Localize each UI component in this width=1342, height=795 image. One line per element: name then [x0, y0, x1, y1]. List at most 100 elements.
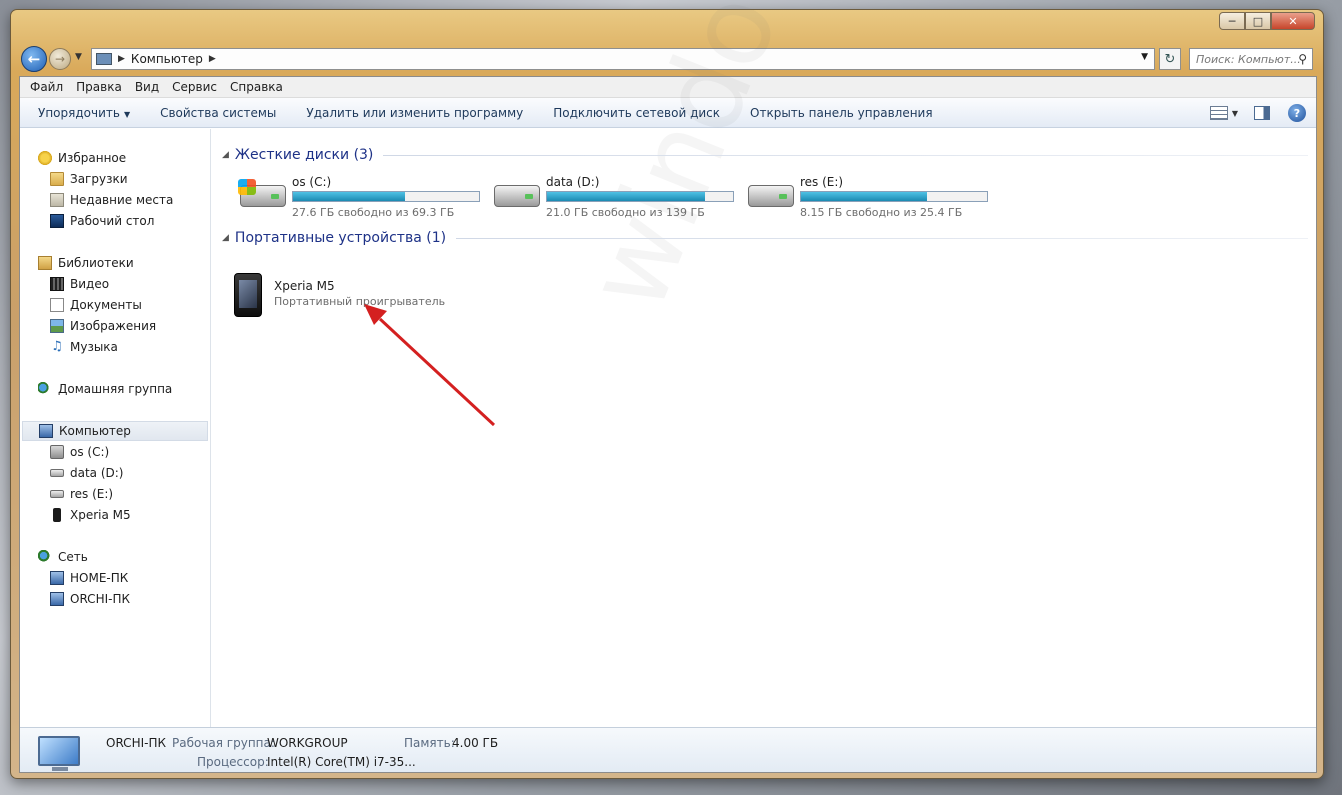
address-bar[interactable]: ▶ Компьютер ▶ ▼ [91, 48, 1155, 70]
nav-homegroup[interactable]: Домашняя группа [38, 380, 172, 398]
drive-name: res (E:) [800, 175, 844, 189]
drive-e-tile[interactable]: res (E:) 8.15 ГБ свободно из 25.4 ГБ [746, 175, 996, 219]
nav-video[interactable]: Видео [50, 275, 109, 293]
annotation-arrow [364, 304, 496, 427]
nav-desktop-label: Рабочий стол [70, 214, 155, 228]
nav-home-pc[interactable]: HOME-ПК [50, 569, 128, 587]
navigation-pane: Избранное Загрузки Недавние места Рабочи… [20, 129, 211, 727]
help-icon[interactable]: ? [1288, 104, 1306, 122]
libraries-icon [38, 256, 52, 270]
nav-recent-places[interactable]: Недавние места [50, 191, 173, 209]
computer-icon [39, 424, 53, 438]
menu-tools[interactable]: Сервис [172, 80, 217, 94]
system-drive-icon [50, 445, 64, 459]
nav-network-label: Сеть [58, 550, 88, 564]
drive-free-space: 8.15 ГБ свободно из 25.4 ГБ [800, 206, 963, 219]
nav-computer-label: Компьютер [59, 424, 131, 438]
refresh-button[interactable]: ↻ [1159, 48, 1181, 70]
organize-button[interactable]: Упорядочить ▼ [38, 106, 130, 120]
nav-favorites-label: Избранное [58, 151, 127, 165]
nav-music-label: Музыка [70, 340, 118, 354]
details-cpu-label: Процессор: [197, 755, 269, 769]
computer-icon [38, 736, 80, 771]
search-input[interactable]: Поиск: Компьют... ⚲ [1189, 48, 1313, 70]
recent-pages-dropdown[interactable]: ▼ [75, 52, 82, 62]
system-properties-button[interactable]: Свойства системы [160, 106, 276, 120]
nav-drive-c[interactable]: os (C:) [50, 443, 109, 461]
maximize-button[interactable]: □ [1245, 12, 1271, 30]
back-button[interactable]: ← [21, 46, 47, 72]
nav-drive-c-label: os (C:) [70, 445, 110, 459]
chevron-right-icon[interactable]: ▶ [209, 54, 216, 64]
nav-images[interactable]: Изображения [50, 317, 156, 335]
open-control-panel-button[interactable]: Открыть панель управления [750, 106, 933, 120]
search-placeholder: Поиск: Компьют... [1196, 52, 1301, 66]
details-memory-value: 4.00 ГБ [452, 736, 499, 750]
nav-downloads[interactable]: Загрузки [50, 170, 128, 188]
nav-documents-label: Документы [70, 298, 142, 312]
network-computer-icon [50, 592, 64, 606]
nav-orchi-pc[interactable]: ORCHI-ПК [50, 590, 130, 608]
preview-pane-icon[interactable] [1254, 106, 1270, 120]
nav-phone[interactable]: Xperia M5 [50, 506, 131, 524]
nav-documents[interactable]: Документы [50, 296, 142, 314]
chevron-down-icon: ▼ [123, 109, 131, 119]
menu-bar: Файл Правка Вид Сервис Справка [20, 77, 1316, 98]
details-workgroup-value: WORKGROUP [267, 736, 348, 750]
menu-help[interactable]: Справка [230, 80, 283, 94]
view-controls: ▼ ? [1209, 104, 1306, 122]
pictures-library-icon [50, 319, 64, 333]
menu-file[interactable]: Файл [30, 80, 63, 94]
downloads-folder-icon [50, 172, 64, 186]
search-icon[interactable]: ⚲ [1298, 52, 1307, 66]
details-memory-label: Память: [404, 736, 455, 750]
uninstall-program-button[interactable]: Удалить или изменить программу [306, 106, 523, 120]
minimize-button[interactable]: ─ [1219, 12, 1245, 30]
close-button[interactable]: ✕ [1271, 12, 1315, 30]
details-pc-name: ORCHI-ПК [106, 736, 166, 750]
desktop-icon [50, 214, 64, 228]
nav-homegroup-label: Домашняя группа [58, 382, 173, 396]
chevron-right-icon[interactable]: ▶ [118, 54, 125, 64]
change-view-icon[interactable] [1209, 106, 1228, 120]
music-note-icon: ♫ [51, 339, 63, 354]
documents-library-icon [50, 298, 64, 312]
details-pane: ORCHI-ПК Рабочая группа: WORKGROUP Памят… [20, 727, 1316, 772]
nav-libraries-label: Библиотеки [58, 256, 134, 270]
chevron-down-icon[interactable]: ▼ [1232, 109, 1238, 118]
menu-view[interactable]: Вид [135, 80, 159, 94]
hard-drive-icon [50, 490, 64, 498]
nav-libraries[interactable]: Библиотеки [38, 254, 134, 272]
video-library-icon [50, 277, 64, 291]
nav-home-pc-label: HOME-ПК [70, 571, 129, 585]
computer-icon [96, 53, 112, 65]
nav-images-label: Изображения [70, 319, 157, 333]
nav-drive-e[interactable]: res (E:) [50, 485, 113, 503]
nav-phone-label: Xperia M5 [70, 508, 131, 522]
drive-usage-bar [800, 191, 988, 202]
nav-computer[interactable]: Компьютер [22, 421, 208, 441]
chevron-down-icon[interactable]: ▼ [1141, 52, 1148, 62]
menu-edit[interactable]: Правка [76, 80, 122, 94]
explorer-window: ─ □ ✕ ← → ▼ ▶ Компьютер ▶ ▼ ↻ Поиск: Ком… [10, 0, 1324, 779]
nav-drive-d-label: data (D:) [70, 466, 124, 480]
nav-favorites[interactable]: Избранное [38, 149, 126, 167]
map-network-drive-button[interactable]: Подключить сетевой диск [553, 106, 720, 120]
star-icon [38, 151, 52, 165]
network-computer-icon [50, 571, 64, 585]
hard-drive-icon [50, 469, 64, 477]
annotation-arrow-shaft [378, 317, 496, 427]
content-area: Файл Правка Вид Сервис Справка Упорядочи… [19, 0, 1317, 773]
details-cpu-value: Intel(R) Core(TM) i7-35... [267, 755, 416, 769]
nav-music[interactable]: ♫ Музыка [50, 338, 118, 356]
nav-network[interactable]: Сеть [38, 548, 88, 566]
forward-button[interactable]: → [49, 48, 71, 70]
nav-drive-d[interactable]: data (D:) [50, 464, 124, 482]
nav-desktop[interactable]: Рабочий стол [50, 212, 154, 230]
breadcrumb-computer[interactable]: Компьютер [131, 52, 203, 66]
address-row: ← → ▼ ▶ Компьютер ▶ ▼ ↻ Поиск: Компьют..… [19, 45, 1319, 73]
nav-video-label: Видео [70, 277, 110, 291]
network-icon [38, 550, 52, 564]
nav-recent-label: Недавние места [70, 193, 174, 207]
details-workgroup-label: Рабочая группа: [172, 736, 275, 750]
